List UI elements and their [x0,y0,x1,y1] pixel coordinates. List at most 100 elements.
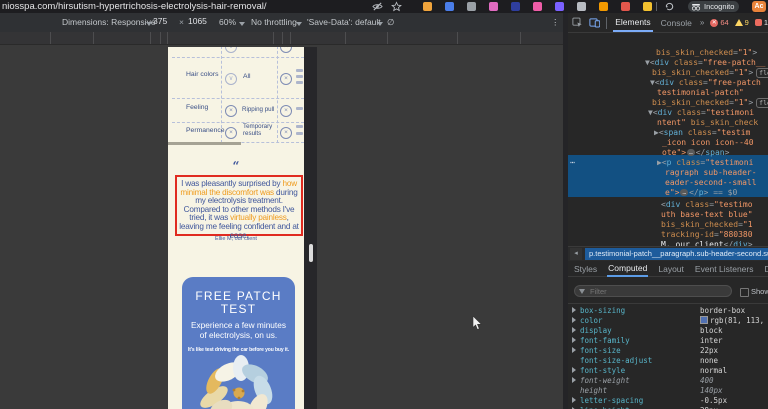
more-actions-icon[interactable]: ⋯ [570,158,575,167]
free-patch-test-card[interactable]: FREE PATCH TEST Experience a few minutes… [182,277,295,409]
sync-refresh-icon[interactable] [664,1,675,12]
tree-node-line[interactable]: ▶<span class="testim [654,128,750,137]
drive-extension-icon[interactable] [445,2,454,11]
page-scrollbar-track[interactable] [304,47,317,409]
expand-arrow-icon[interactable] [572,367,576,373]
computed-property-row[interactable]: font-style normal [568,366,768,376]
tree-node-line[interactable]: ragraph sub-header- [665,168,757,177]
tree-node-line[interactable]: bis_skin_checked="1">flex [652,98,768,108]
bookmark-star-icon[interactable] [391,1,402,12]
tree-node-line[interactable]: e">… </p> == $0 [665,188,737,197]
red-shield-extension-icon[interactable] [621,2,630,11]
tree-node-line[interactable]: ▶<p class="testimoni [657,158,753,167]
bookmark-flag-extension-icon[interactable] [643,2,652,11]
save-data-select[interactable]: 'Save-Data': default [307,17,381,27]
sidebar-tab-computed[interactable]: Computed [607,260,649,277]
expand-arrow-icon[interactable] [572,397,576,403]
computed-property-row[interactable]: display block [568,326,768,336]
media-query-bar[interactable] [0,32,563,45]
show-all-checkbox[interactable] [740,288,749,297]
sidebar-tab-dom[interactable]: DOM [764,261,768,276]
tree-node-line[interactable]: ote">… </span> [662,148,729,157]
expand-arrow-icon[interactable] [572,327,576,333]
orange-extension-icon[interactable] [599,2,608,11]
chevron-down-icon [239,22,245,26]
property-value: 140px [700,386,723,395]
issues-count-badge[interactable]: 1 [754,18,768,27]
sidebar-tab-event-listeners[interactable]: Event Listeners [694,261,755,276]
sidebar-tab-layout[interactable]: Layout [657,261,685,276]
zoom-select[interactable]: 60% [219,17,236,27]
expand-ellipsis-icon[interactable]: … [687,149,695,156]
computed-property-row[interactable]: letter-spacing -0.5px [568,396,768,406]
sidebar-tab-styles[interactable]: Styles [573,261,598,276]
rotate-icon[interactable]: ∅ [387,17,394,28]
tree-node-line[interactable]: <div class="testimo [661,200,753,209]
device-toolbar-menu-icon[interactable]: ⋮ [551,17,560,28]
device-viewport[interactable]: ∨ × Hair colors ∨ All × Feeling × Rippin… [168,47,304,409]
profile-avatar[interactable]: Ac [752,1,766,12]
page-scrollbar-thumb[interactable] [309,244,313,262]
more-tabs-icon[interactable]: » [700,18,704,27]
docs-extension-icon[interactable] [423,2,432,11]
filter-input[interactable] [588,285,712,297]
tree-node-line[interactable]: tracking-id="880380 [661,230,753,239]
property-name: color [580,316,603,325]
computed-property-row[interactable]: color rgb(81, 113, 17 [568,316,768,326]
testimonial-paragraph[interactable]: I was pleasantly surprised by how minima… [175,175,303,239]
tree-node-line[interactable]: bis_skin_checked="1 [661,220,753,229]
times-separator: × [179,17,184,27]
expand-arrow-icon[interactable] [572,317,576,323]
compass-extension-icon[interactable] [577,2,586,11]
color-swatch[interactable] [700,316,708,324]
viewport-height-input[interactable] [188,16,212,26]
tree-node-line[interactable]: ntent" bis_skin_check [657,118,758,127]
tree-node-line[interactable]: bis_skin_checked="1"> [656,48,757,57]
computed-property-row[interactable]: font-weight 400 [568,376,768,386]
flower-image [200,355,273,409]
violet-circle-extension-icon[interactable] [555,2,564,11]
incognito-badge[interactable]: Incognito [688,1,740,12]
pen-extension-icon[interactable] [511,2,520,11]
tree-node-line[interactable]: bis_skin_checked="1">flex [652,68,768,78]
warning-count-badge[interactable]: 9 [734,18,749,27]
address-bar-url[interactable]: niosspa.com/hirsutism-hypertrichosis-ele… [2,1,267,12]
computed-filter-row: Show all [568,281,768,304]
device-toolbar-toggle-icon[interactable] [589,17,601,28]
tree-node-line[interactable]: uth base-text blue" [661,210,753,219]
flex-badge[interactable]: flex [756,98,768,108]
computed-property-row[interactable]: font-size 22px [568,346,768,356]
viewport-width-input[interactable] [153,16,177,26]
breadcrumb-selected[interactable]: p.testimonial-patch__paragraph.sub-heade… [585,248,768,260]
pink-gradient-extension-icon[interactable] [489,2,498,11]
tree-node-line[interactable]: testimonial-patch" [657,88,744,97]
tree-node-line[interactable]: ▼<div class="testimoni [648,108,754,117]
expand-arrow-icon[interactable] [572,337,576,343]
tab-elements[interactable]: Elements [613,14,653,32]
pink-arrow-extension-icon[interactable] [533,2,542,11]
throttling-select[interactable]: No throttling [251,17,297,27]
expand-arrow-icon[interactable] [572,307,576,313]
camera-extension-icon[interactable] [467,2,476,11]
eye-off-icon[interactable] [372,1,383,12]
computed-property-row[interactable]: box-sizing border-box [568,306,768,316]
tree-node-line[interactable]: _icon icon icon--40 [662,138,754,147]
breadcrumb-nav-icon[interactable]: ◂ [570,248,582,260]
expand-ellipsis-icon[interactable]: … [680,189,689,196]
flex-badge[interactable]: flex [756,68,768,78]
computed-property-row[interactable]: height 140px [568,386,768,396]
property-value: normal [700,366,728,375]
horizontal-scrollbar-thumb[interactable] [168,142,241,145]
expand-arrow-icon[interactable] [572,347,576,353]
computed-property-row[interactable]: font-family inter [568,336,768,346]
tree-node-line[interactable]: ▼<div class="free-patch [650,78,761,87]
dimensions-select[interactable]: Dimensions: Responsive [62,17,156,27]
tab-console[interactable]: Console [659,15,694,31]
computed-property-row[interactable]: font-size-adjust none [568,356,768,366]
error-count-badge[interactable]: ✕ 64 [710,18,729,27]
expand-arrow-icon[interactable] [572,377,576,383]
filter-field[interactable] [574,285,732,297]
inspect-element-icon[interactable] [572,17,583,28]
tree-node-line[interactable]: ▼<div class="free-patch__ [645,58,765,67]
tree-node-line[interactable]: eader-second--small [665,178,757,187]
